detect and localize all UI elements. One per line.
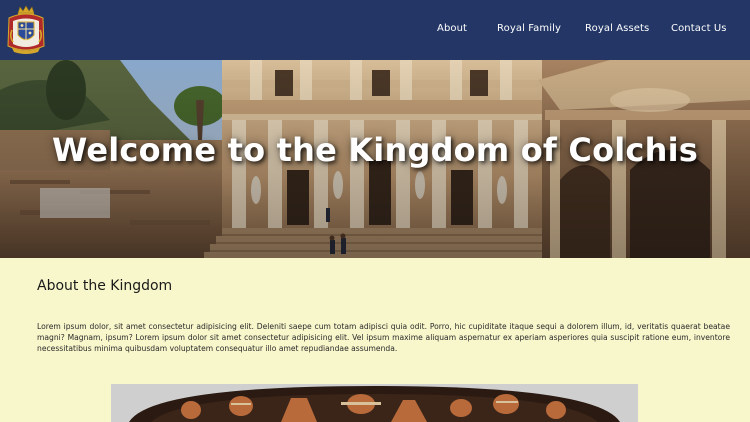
nav-about-link[interactable]: About [437, 23, 467, 34]
nav-contact-us-link[interactable]: Contact Us [671, 23, 727, 34]
royal-coat-of-arms-icon[interactable] [4, 4, 48, 56]
about-heading: About the Kingdom [37, 278, 173, 294]
greek-vase-image [111, 384, 638, 422]
vase-illustration [111, 384, 638, 422]
nav-royal-assets-link[interactable]: Royal Assets [585, 23, 649, 34]
hero-title: Welcome to the Kingdom of Colchis [52, 131, 698, 169]
about-paragraph: Lorem ipsum dolor, sit amet consectetur … [37, 322, 730, 353]
nav-royal-family-link[interactable]: Royal Family [497, 23, 561, 34]
hero-banner: Welcome to the Kingdom of Colchis [0, 60, 750, 258]
navbar: About Royal Family Royal Assets Contact … [0, 0, 750, 60]
